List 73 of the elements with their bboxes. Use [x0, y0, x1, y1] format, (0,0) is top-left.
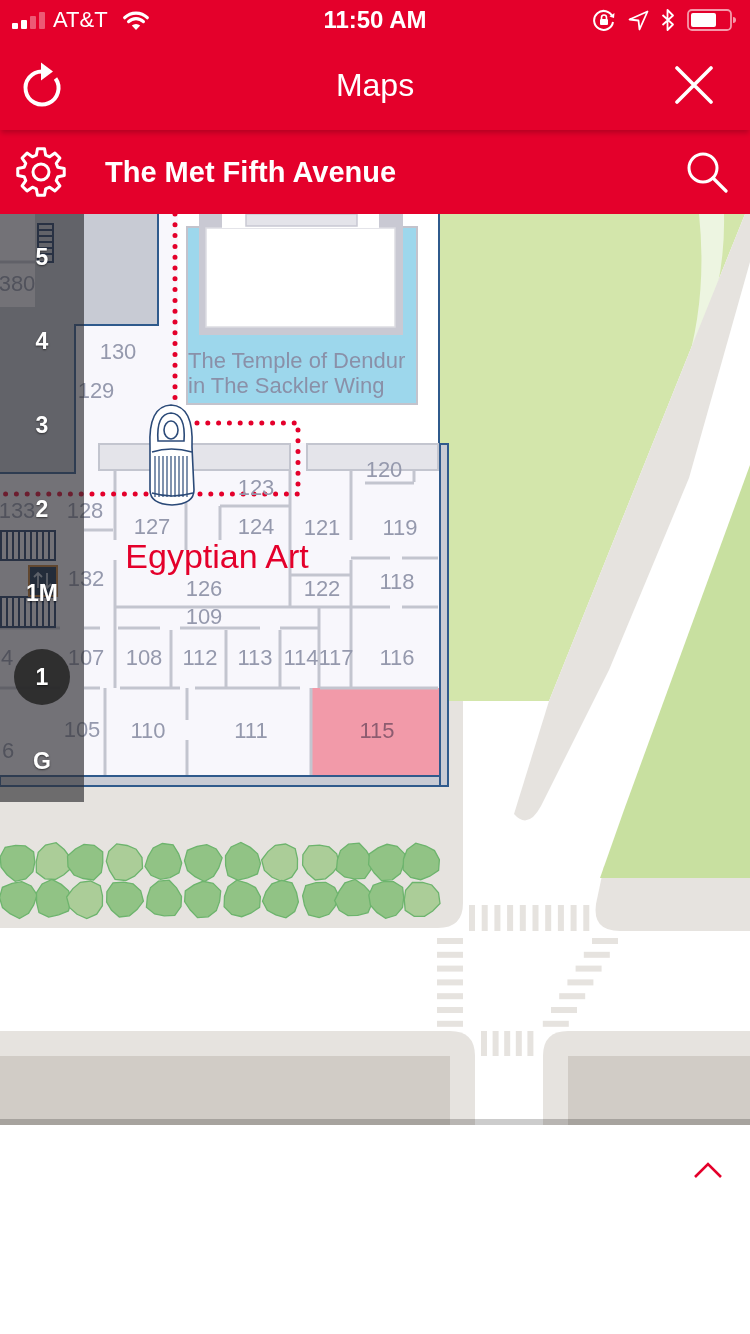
tree-icon — [0, 881, 38, 920]
room-number: 117 — [318, 644, 354, 670]
tree-icon — [260, 843, 299, 883]
room-number: 112 — [182, 644, 218, 670]
room-number: 116 — [379, 644, 415, 670]
tree-icon — [144, 842, 183, 880]
search-icon — [687, 151, 728, 193]
room-number: 130 — [99, 338, 137, 364]
room-number: 113 — [237, 644, 273, 670]
location-arrow-icon — [628, 9, 649, 31]
tree-icon — [183, 880, 222, 919]
room-number: 109 — [185, 603, 223, 629]
tree-icon — [224, 841, 262, 881]
tree-icon — [35, 878, 73, 918]
tree-icon — [335, 842, 373, 880]
bluetooth-icon — [661, 8, 675, 32]
tree-icon — [301, 881, 341, 919]
carrier-name: AT&T — [53, 7, 108, 33]
room-number: 115 — [359, 717, 395, 743]
tree-icon — [105, 843, 144, 882]
floor-button[interactable]: G — [33, 733, 51, 789]
tree-icon — [333, 878, 373, 917]
screen-title: Maps — [335, 66, 415, 104]
tree-icon — [367, 843, 406, 882]
tree-icon — [0, 844, 36, 882]
room-number: 126 — [185, 575, 223, 601]
tree-icon — [183, 844, 223, 883]
gallery-label: Egyptian Art — [125, 537, 309, 575]
orientation-lock-icon — [592, 8, 616, 32]
settings-icon — [15, 146, 67, 198]
museum-name: The Met Fifth Avenue — [105, 155, 398, 189]
tree-icon — [301, 844, 341, 881]
room-number: 119 — [382, 514, 418, 540]
room-number: 110 — [130, 717, 166, 743]
stairs-icon — [0, 530, 56, 561]
room-number: 118 — [379, 568, 415, 594]
crosswalk — [481, 1031, 534, 1056]
room-number: 127 — [133, 513, 171, 539]
signal-icon — [12, 11, 46, 29]
tree-icon — [66, 843, 104, 881]
room-number: 111 — [234, 717, 268, 743]
search-button[interactable] — [687, 151, 728, 193]
tree-icon — [105, 881, 145, 918]
landmark-label: The Temple of Dendur in The Sackler Wing — [188, 348, 407, 398]
room-number: 124 — [237, 513, 275, 539]
wifi-icon — [120, 9, 151, 31]
room-number: 108 — [125, 644, 163, 670]
close-icon — [675, 66, 713, 104]
floor-button[interactable]: 1M — [26, 565, 58, 621]
floor-button[interactable]: 2 — [35, 481, 49, 537]
floor-button[interactable]: 4 — [35, 313, 49, 369]
room-number: 120 — [365, 456, 403, 482]
room-number: 114 — [283, 644, 319, 670]
room-number: 121 — [303, 514, 341, 540]
tree-icon — [261, 879, 300, 919]
tree-icon — [402, 842, 441, 881]
floor-button[interactable]: 5 — [35, 229, 49, 285]
settings-button[interactable] — [15, 146, 67, 198]
close-button[interactable] — [675, 66, 713, 104]
room-number: 122 — [303, 575, 341, 601]
tree-icon — [65, 880, 104, 920]
tree-icon — [368, 880, 405, 920]
tree-icon — [145, 879, 183, 917]
tree-icon — [403, 881, 441, 917]
chevron-up-icon — [693, 1161, 723, 1179]
expand-button[interactable] — [693, 1161, 723, 1179]
tree-icon — [35, 842, 73, 881]
floor-button[interactable]: 3 — [35, 397, 49, 453]
room-number: 123 — [237, 474, 275, 500]
tree-icon — [223, 879, 262, 918]
battery-icon — [687, 9, 737, 31]
clock-time: 11:50 AM — [323, 6, 427, 34]
stairs-icon — [37, 223, 54, 263]
